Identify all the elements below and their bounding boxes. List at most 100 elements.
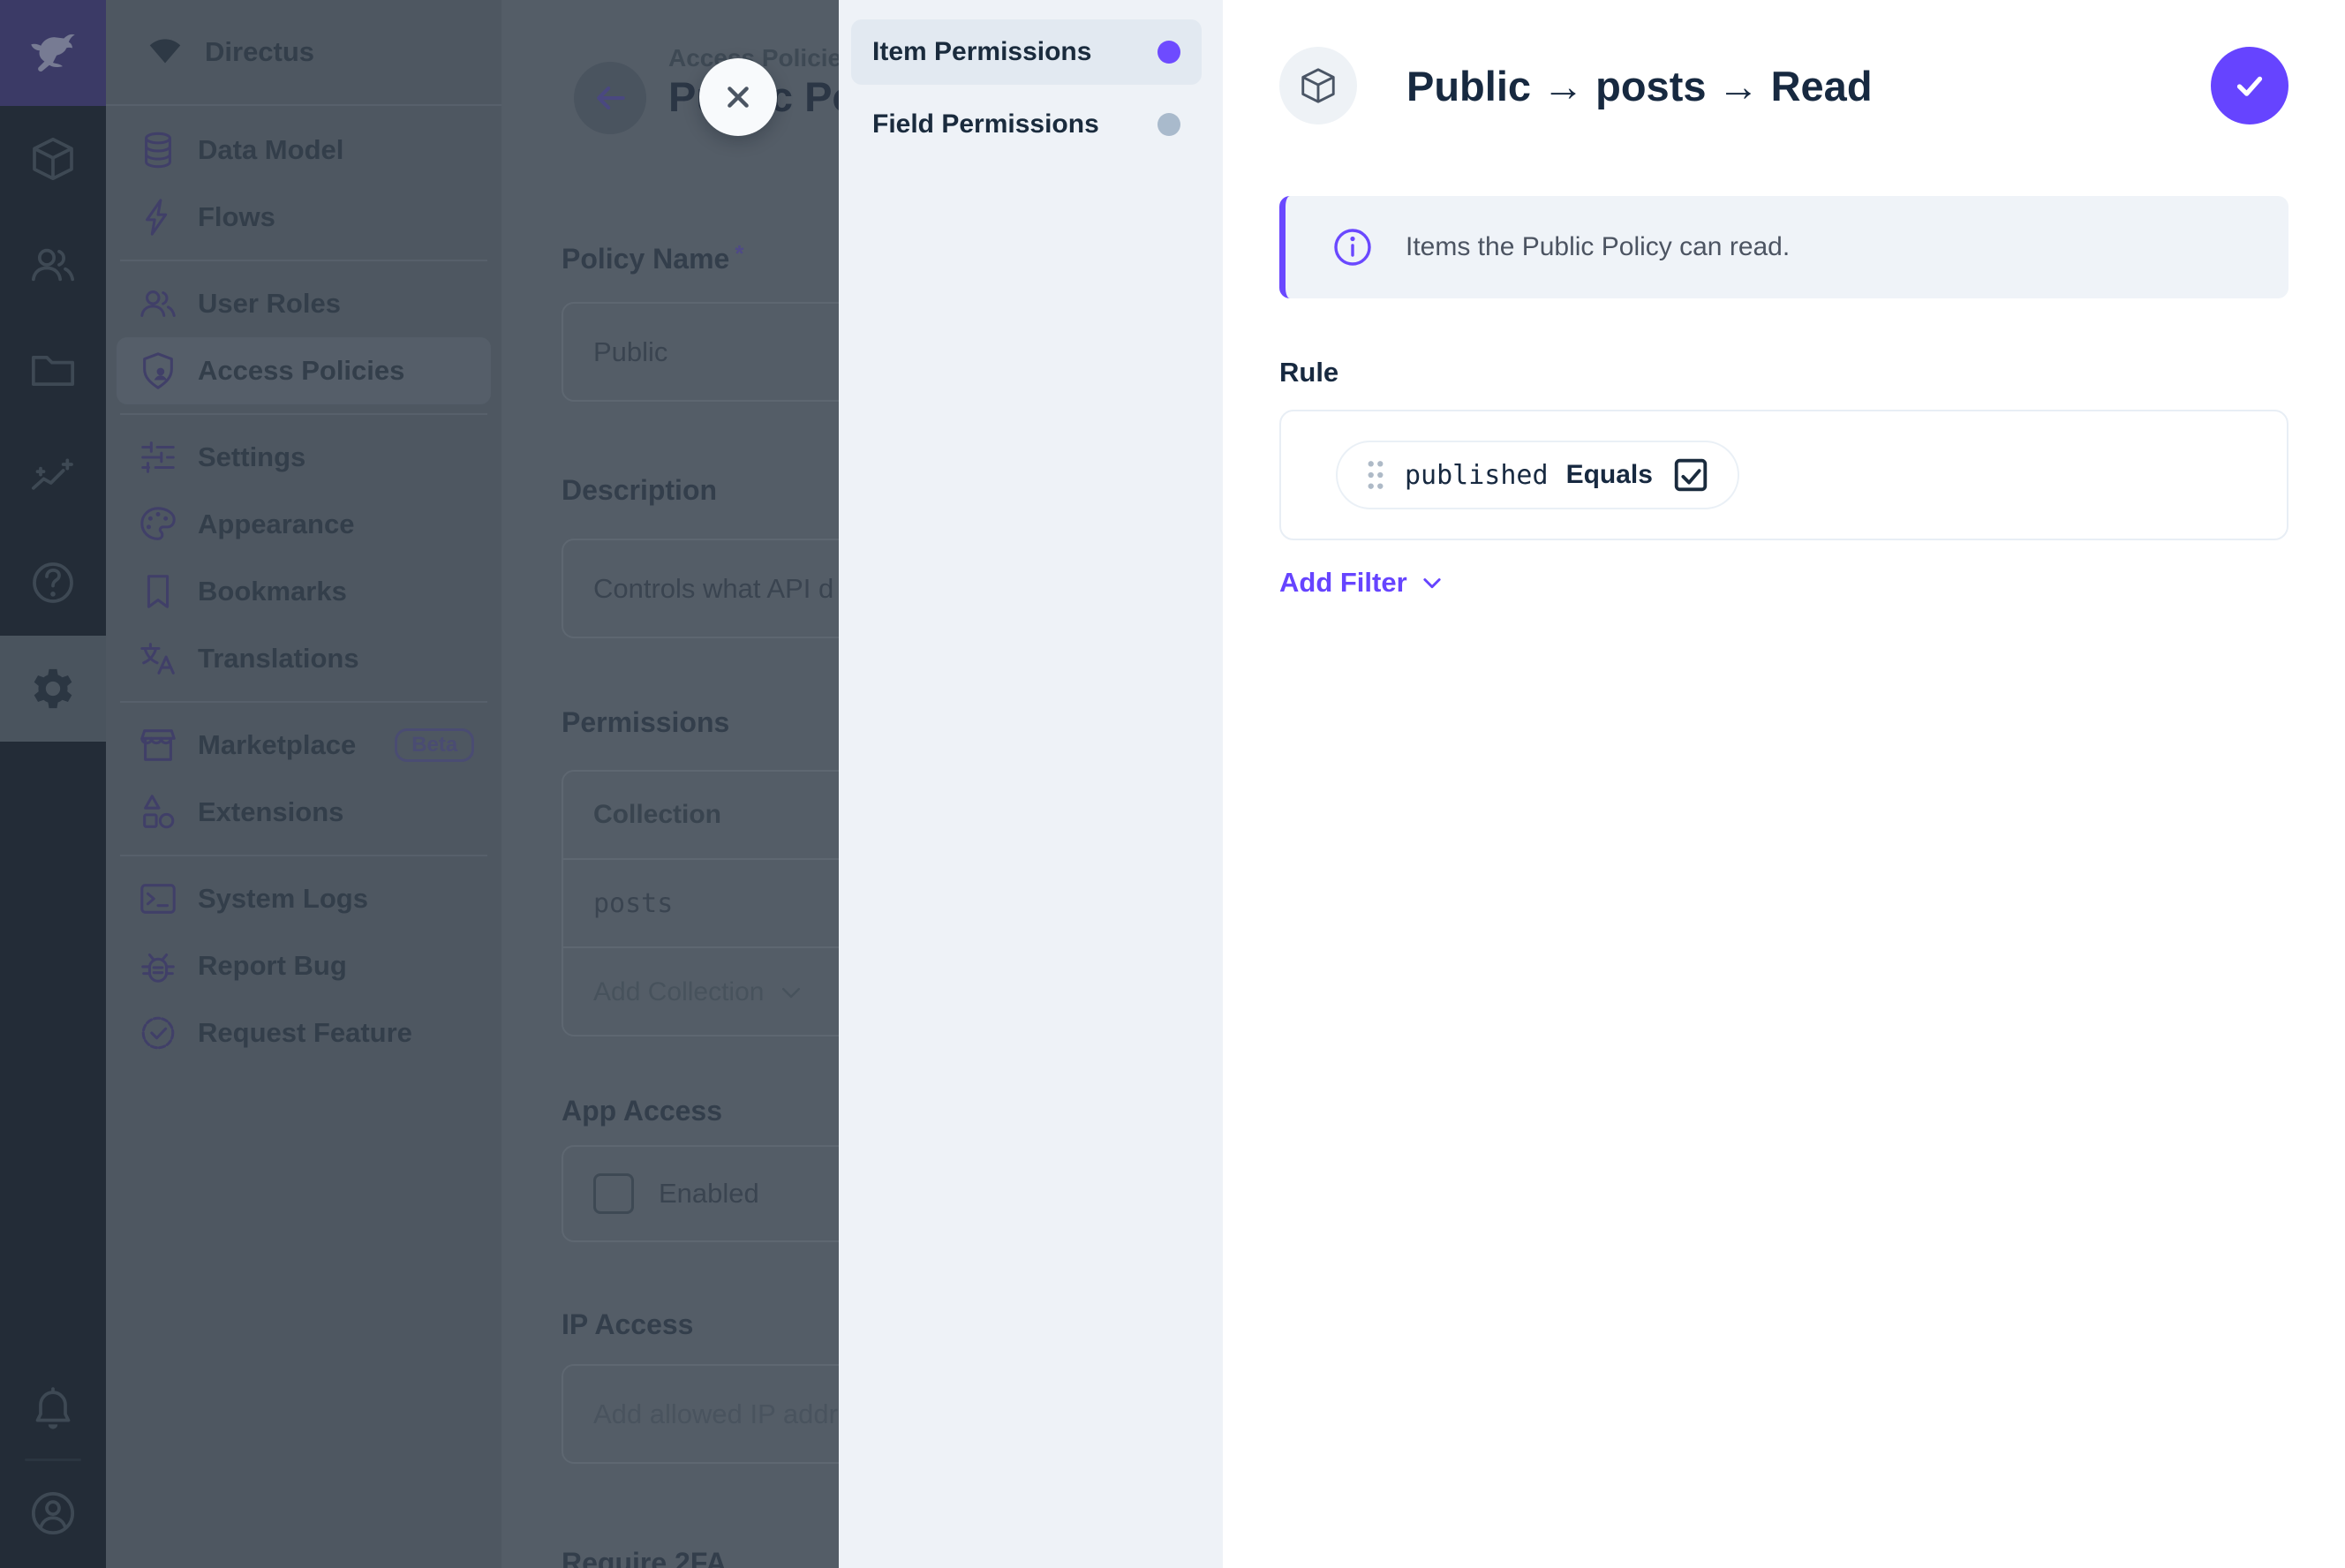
module-list (0, 106, 106, 742)
chevron-down-icon (778, 979, 804, 1006)
extensions-icon (138, 792, 178, 833)
filter-pill[interactable]: published Equals (1336, 441, 1739, 509)
description-label: Description (562, 474, 717, 507)
project-name: Directus (205, 36, 314, 68)
folder-icon (28, 346, 78, 396)
nav-item-system-logs[interactable]: System Logs (117, 865, 491, 932)
module-users[interactable] (0, 212, 106, 318)
user-menu-button[interactable] (0, 1460, 106, 1566)
info-banner-text: Items the Public Policy can read. (1406, 232, 1790, 262)
shield-person-icon (138, 351, 178, 391)
nav-item-appearance[interactable]: Appearance (117, 491, 491, 558)
translate-icon (138, 638, 178, 679)
permissions-label: Permissions (562, 706, 729, 739)
arrow-left-icon (591, 79, 630, 117)
palette-icon (138, 504, 178, 545)
tune-icon (138, 437, 178, 478)
policy-name-label: Policy Name* (562, 240, 743, 275)
nav-item-label: Marketplace (198, 729, 356, 761)
terminal-icon (138, 878, 178, 919)
nav-item-marketplace[interactable]: Marketplace Beta (117, 712, 491, 779)
save-button[interactable] (2211, 47, 2288, 124)
nav-item-label: Request Feature (198, 1017, 412, 1049)
nav-item-extensions[interactable]: Extensions (117, 779, 491, 846)
module-content[interactable] (0, 106, 106, 212)
nav-item-report-bug[interactable]: Report Bug (117, 932, 491, 999)
nav-item-label: Data Model (198, 134, 343, 166)
chevron-down-icon (1420, 570, 1444, 595)
database-icon (138, 130, 178, 170)
drawer-close-button[interactable] (699, 58, 777, 136)
nav-item-label: Appearance (198, 509, 354, 540)
beta-badge: Beta (395, 728, 474, 762)
filter-operator[interactable]: Equals (1566, 460, 1653, 490)
info-icon (1331, 226, 1374, 268)
directus-app: Directus Data Model Flows User Roles Acc… (0, 0, 2345, 1568)
help-icon (28, 558, 78, 607)
storefront-icon (138, 725, 178, 765)
nav-item-settings[interactable]: Settings (117, 424, 491, 491)
add-filter-button[interactable]: Add Filter (1279, 567, 1444, 599)
nav-item-label: Flows (198, 201, 275, 233)
module-bar (0, 0, 106, 1568)
nav-item-request-feature[interactable]: Request Feature (117, 999, 491, 1067)
drawer-title: Public → posts → Read (1406, 47, 1873, 124)
directus-rabbit-icon (24, 24, 82, 82)
insights-icon (28, 452, 78, 501)
drag-handle-icon[interactable] (1364, 458, 1387, 492)
user-roles-icon (138, 283, 178, 324)
rule-label: Rule (1279, 357, 1338, 388)
nav-item-label: User Roles (198, 288, 341, 320)
drawer-tab-field-permissions[interactable]: Field Permissions (851, 92, 1202, 157)
cube-icon (28, 134, 78, 184)
nav-item-data-model[interactable]: Data Model (117, 117, 491, 184)
nav-divider (120, 855, 487, 856)
drawer-nav: Item Permissions Field Permissions (839, 0, 1223, 1568)
info-banner: Items the Public Policy can read. (1279, 196, 2288, 298)
back-button[interactable] (574, 62, 646, 134)
settings-nav-list: Data Model Flows User Roles Access Polic… (106, 106, 501, 1067)
nav-item-user-roles[interactable]: User Roles (117, 270, 491, 337)
module-files[interactable] (0, 318, 106, 424)
nav-divider (120, 701, 487, 703)
filter-field[interactable]: published (1405, 460, 1549, 491)
project-header[interactable]: Directus (106, 0, 501, 106)
inactive-dot (1157, 113, 1180, 136)
app-access-checkbox[interactable] (593, 1173, 634, 1214)
nav-item-label: Translations (198, 643, 359, 675)
drawer-tab-item-permissions[interactable]: Item Permissions (851, 19, 1202, 85)
checkbox-checked-icon[interactable] (1670, 455, 1711, 495)
settings-nav-sidebar: Directus Data Model Flows User Roles Acc… (106, 0, 501, 1568)
module-help[interactable] (0, 530, 106, 636)
notifications-button[interactable] (0, 1357, 106, 1463)
active-dot (1157, 41, 1180, 64)
module-insights[interactable] (0, 424, 106, 530)
bolt-icon (138, 197, 178, 237)
close-icon (718, 77, 758, 117)
nav-item-label: Access Policies (198, 355, 404, 387)
settings-gear-icon (28, 664, 78, 713)
check-icon (2229, 65, 2270, 106)
project-fan-icon (145, 32, 185, 72)
nav-item-label: System Logs (198, 883, 368, 915)
nav-divider (120, 260, 487, 261)
app-access-checkbox-label: Enabled (659, 1178, 759, 1210)
box-icon (1298, 65, 1338, 106)
bug-icon (138, 946, 178, 986)
rule-filter-box: published Equals (1279, 410, 2288, 540)
require-2fa-label: Require 2FA (562, 1547, 727, 1568)
nav-item-label: Bookmarks (198, 576, 347, 607)
required-star: * (735, 240, 743, 267)
nav-item-access-policies[interactable]: Access Policies (117, 337, 491, 404)
module-settings[interactable] (0, 636, 106, 742)
nav-item-translations[interactable]: Translations (117, 625, 491, 692)
nav-item-flows[interactable]: Flows (117, 184, 491, 251)
avatar-icon (28, 1489, 78, 1538)
nav-item-bookmarks[interactable]: Bookmarks (117, 558, 491, 625)
verified-icon (138, 1013, 178, 1053)
permissions-drawer: Item Permissions Field Permissions Publi… (839, 0, 2345, 1568)
app-access-label: App Access (562, 1095, 722, 1127)
bookmark-icon (138, 571, 178, 612)
directus-logo[interactable] (0, 0, 106, 106)
drawer-panel: Public → posts → Read Items the Public P… (1223, 0, 2345, 1568)
